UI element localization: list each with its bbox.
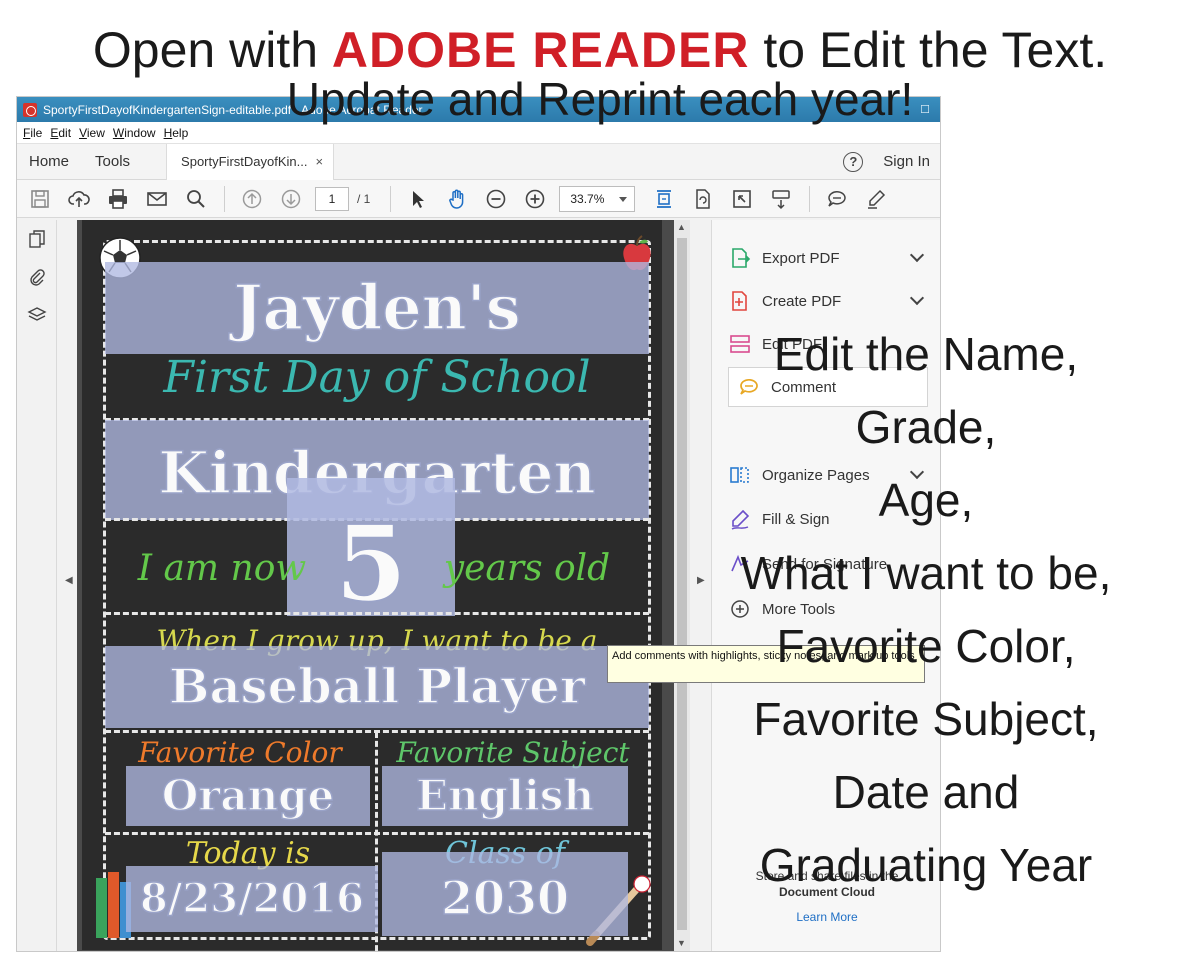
annotation-line: Grade, (855, 401, 997, 453)
cloud-upload-icon[interactable] (64, 184, 94, 214)
menu-help[interactable]: Help (164, 126, 189, 140)
menu-file[interactable]: File (23, 126, 42, 140)
previous-page-icon[interactable] (237, 184, 267, 214)
export-pdf-icon (728, 246, 752, 270)
collapse-right-pane-icon[interactable]: ▶ (697, 575, 705, 586)
toolbar-divider (224, 185, 225, 212)
tab-document[interactable]: SportyFirstDayofKin... × (166, 143, 335, 180)
annotation-line: Favorite Color, (776, 620, 1076, 672)
menu-edit[interactable]: Edit (50, 126, 71, 140)
full-screen-icon[interactable] (727, 184, 757, 214)
tool-export-pdf[interactable]: Export PDF (728, 238, 928, 278)
headline-suffix: to Edit the Text. (749, 22, 1108, 78)
tool-create-pdf[interactable]: Create PDF (728, 281, 928, 321)
help-icon[interactable]: ? (843, 151, 864, 172)
learn-more-link[interactable]: Learn More (732, 910, 922, 924)
sign-in-button[interactable]: Sign In (883, 153, 930, 170)
toolbar-divider (390, 185, 392, 212)
annotation-line: Favorite Subject, (753, 693, 1099, 745)
page-thumbnails-icon[interactable] (17, 220, 57, 258)
scrollbar-thumb[interactable] (677, 238, 687, 930)
page-number-input[interactable]: 1 (315, 186, 349, 211)
headline-prefix: Open with (92, 22, 332, 78)
left-navigation-rail (17, 220, 57, 951)
rotate-page-icon[interactable] (688, 184, 718, 214)
tab-tools[interactable]: Tools (83, 153, 144, 170)
editable-fields-annotation: Edit the Name, Grade, Age, What I want t… (706, 318, 1146, 902)
collapse-left-pane-icon[interactable]: ◀ (65, 575, 73, 586)
create-pdf-icon (728, 289, 752, 313)
keyboard-tools-icon[interactable] (766, 184, 796, 214)
select-cursor-icon[interactable] (403, 184, 433, 214)
annotation-line: Age, (878, 474, 974, 526)
sign-page: Jayden's First Day of School Kindergarte… (82, 220, 662, 951)
search-icon[interactable] (181, 184, 211, 214)
chevron-down-icon[interactable] (909, 290, 925, 306)
main-toolbar: 1 / 1 33.7% (17, 180, 940, 218)
print-icon[interactable] (103, 184, 133, 214)
save-icon[interactable] (25, 184, 55, 214)
zoom-level-value: 33.7% (570, 191, 605, 206)
scroll-down-icon[interactable]: ▼ (677, 938, 686, 948)
date-value: 8/23/2016 (139, 874, 365, 923)
document-tab-label: SportyFirstDayofKin... (181, 154, 308, 169)
tab-bar: Home Tools SportyFirstDayofKin... × ? Si… (17, 143, 940, 180)
tool-label: Export PDF (762, 249, 840, 267)
menu-bar: File Edit View Window Help (17, 122, 940, 144)
attachments-icon[interactable] (17, 258, 57, 296)
page-total: / 1 (357, 191, 371, 206)
child-name: Jayden's (233, 270, 522, 345)
zoom-out-icon[interactable] (481, 184, 511, 214)
highlight-pen-icon[interactable] (861, 184, 891, 214)
next-page-icon[interactable] (276, 184, 306, 214)
annotation-line: What I want to be, (740, 547, 1112, 599)
comment-icon[interactable] (822, 184, 852, 214)
zoom-in-icon[interactable] (520, 184, 550, 214)
toolbar-divider (809, 185, 811, 212)
headline: Open with ADOBE READER to Edit the Text.… (0, 18, 1200, 124)
sign-subtitle: First Day of School (163, 352, 591, 403)
fit-page-icon[interactable] (649, 184, 679, 214)
menu-window[interactable]: Window (113, 126, 156, 140)
annotation-line: Date and (832, 766, 1020, 818)
annotation-line: Edit the Name, (773, 328, 1079, 380)
vertical-scrollbar[interactable]: ▲ ▼ (674, 220, 690, 951)
tool-label: Create PDF (762, 292, 842, 310)
hand-tool-icon[interactable] (442, 184, 472, 214)
close-tab-icon[interactable]: × (315, 154, 323, 169)
favorite-subject-value: English (415, 770, 595, 821)
headline-brand: ADOBE READER (331, 22, 750, 78)
career-text: Baseball Player (168, 658, 586, 716)
chevron-down-icon (619, 196, 628, 202)
tab-home[interactable]: Home (17, 153, 83, 170)
scroll-up-icon[interactable]: ▲ (677, 222, 686, 232)
divider (105, 612, 649, 615)
class-year-value: 2030 (440, 870, 570, 926)
zoom-level-select[interactable]: 33.7% (559, 185, 636, 212)
layers-icon[interactable] (17, 296, 57, 334)
menu-view[interactable]: View (79, 126, 105, 140)
age-suffix: years old (443, 548, 611, 589)
chevron-down-icon[interactable] (909, 247, 925, 263)
annotation-line: Graduating Year (759, 839, 1093, 891)
email-icon[interactable] (142, 184, 172, 214)
favorite-color-value: Orange (161, 770, 335, 821)
